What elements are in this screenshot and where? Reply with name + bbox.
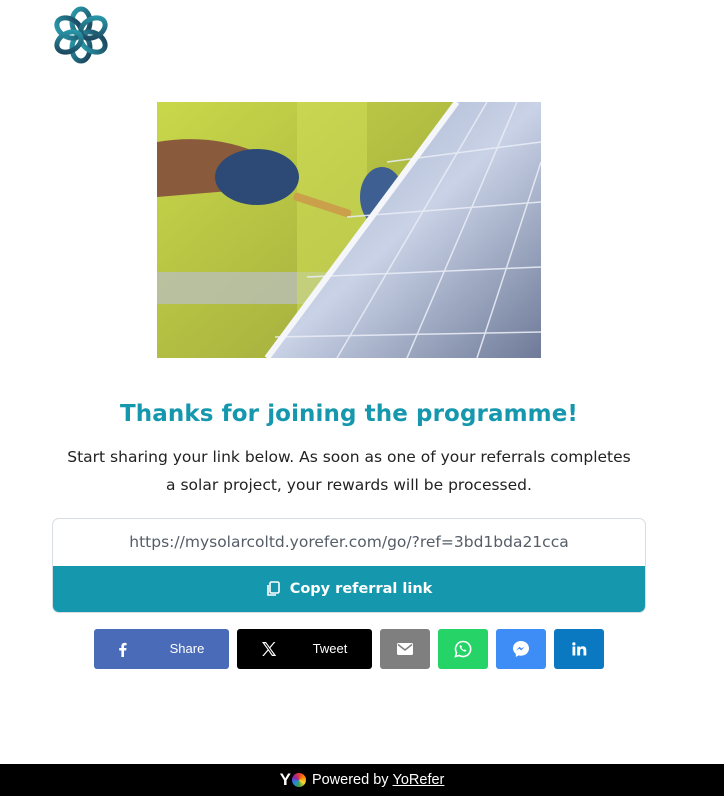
x-icon (261, 629, 277, 669)
linkedin-icon (571, 642, 587, 656)
email-share-button[interactable] (380, 629, 430, 669)
yorefer-link[interactable]: YoRefer (393, 772, 445, 788)
yorefer-logo-letter: Y (279, 770, 291, 789)
powered-by-text: Powered by (311, 772, 389, 788)
copy-referral-link-button[interactable]: Copy referral link (53, 566, 645, 612)
yorefer-logo-icon (291, 773, 306, 787)
x-tweet-label: Tweet (312, 641, 348, 656)
messenger-share-button[interactable] (496, 629, 546, 669)
copy-referral-link-label: Copy referral link (289, 581, 433, 597)
facebook-share-label: Share (169, 641, 205, 656)
x-tweet-button[interactable]: Tweet (237, 629, 372, 669)
facebook-icon (118, 629, 127, 669)
powered-by-footer: Y Powered by YoRefer (0, 764, 724, 796)
intro-text: Start sharing your link below. As soon a… (67, 448, 631, 494)
referral-link-box: https://mysolarcoltd.yorefer.com/go/?ref… (52, 518, 646, 613)
whatsapp-share-button[interactable] (438, 629, 488, 669)
flower-knot-logo-icon (54, 6, 108, 64)
company-logo (50, 2, 112, 68)
referral-url[interactable]: https://mysolarcoltd.yorefer.com/go/?ref… (53, 519, 645, 565)
hero-image (157, 102, 541, 358)
page-title: Thanks for joining the programme! (119, 401, 578, 427)
messenger-icon (512, 640, 530, 658)
facebook-share-button[interactable]: Share (94, 629, 229, 669)
whatsapp-icon (454, 640, 472, 658)
copy-icon (266, 581, 280, 597)
linkedin-share-button[interactable] (554, 629, 604, 669)
email-icon (397, 643, 413, 655)
